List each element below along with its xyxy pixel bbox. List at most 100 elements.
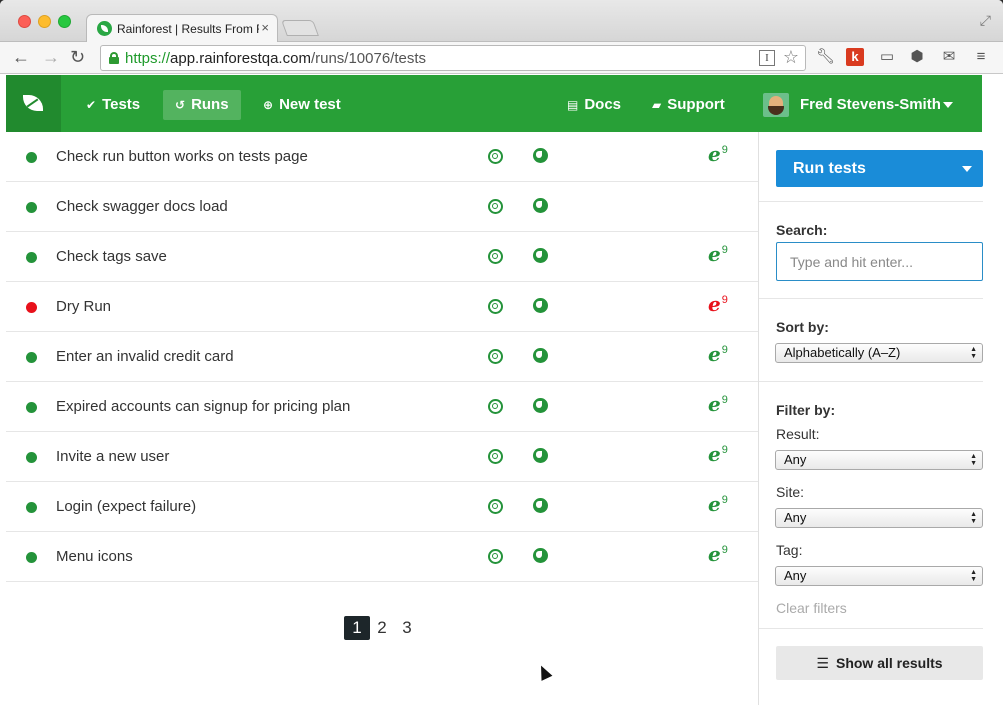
chrome-browser-icon [488,399,503,414]
show-all-label: Show all results [835,655,943,671]
sort-label: Sort by: [776,319,829,335]
table-row[interactable]: Enter an invalid credit card e9 [6,332,758,382]
table-row[interactable]: Dry Run e9 [6,282,758,332]
test-name[interactable]: Check swagger docs load [56,198,228,215]
browser-window: Rainforest | Results From R × ⤢ ← → ↻ ht… [0,0,1003,705]
sort-select[interactable]: Alphabetically (A–Z) ▲ ▼ [775,343,983,363]
table-row[interactable]: Login (expect failure) e9 [6,482,758,532]
status-dot-icon [26,302,37,313]
test-name[interactable]: Dry Run [56,298,111,315]
test-name[interactable]: Menu icons [56,548,133,565]
chrome-browser-icon [488,299,503,314]
close-window-button[interactable] [18,15,31,28]
rainforest-logo[interactable] [6,75,61,132]
nav-docs[interactable]: ▤ Docs [555,90,633,120]
select-arrows-icon: ▲ ▼ [970,346,977,360]
url-host: app.rainforestqa.com [170,50,311,67]
table-row[interactable]: Check swagger docs load [6,182,758,232]
ie-version: 9 [721,144,728,156]
nav-support[interactable]: ▰ Support [640,90,737,120]
forward-arrow-icon[interactable]: → [42,47,60,67]
run-tests-dropdown-caret-icon[interactable] [950,150,983,187]
test-name[interactable]: Check run button works on tests page [56,148,308,165]
chrome-menu-icon[interactable]: ≡ [972,48,990,66]
status-dot-icon [26,202,37,213]
test-name[interactable]: Invite a new user [56,448,169,465]
page-2-link[interactable]: 2 [369,616,395,640]
minimize-window-button[interactable] [38,15,51,28]
caret-down-icon [943,102,953,108]
divider [759,298,983,299]
address-bar[interactable]: https://app.rainforestqa.com/runs/10076/… [100,45,806,71]
bookmark-star-icon[interactable]: ☆ [783,47,799,68]
user-name: Fred Stevens-Smith [800,96,941,113]
nav-new-test[interactable]: ⊕ New test [251,90,353,120]
tag-select[interactable]: Any ▲ ▼ [775,566,983,586]
fullscreen-icon[interactable]: ⤢ [980,12,991,29]
tab-close-icon[interactable]: × [261,20,269,35]
cast-icon[interactable]: ▭ [878,48,896,66]
ie-version: 9 [721,394,728,406]
back-arrow-icon[interactable]: ← [12,47,30,67]
site-value: Any [784,510,807,525]
test-name[interactable]: Login (expect failure) [56,498,196,515]
run-tests-button[interactable]: Run tests [776,150,983,187]
ie-version: 9 [721,544,728,556]
page-3-link[interactable]: 3 [394,616,420,640]
ie-version: 9 [721,344,728,356]
url-text[interactable]: https://app.rainforestqa.com/runs/10076/… [125,50,426,67]
zoom-window-button[interactable] [58,15,71,28]
divider [759,628,983,629]
sort-value: Alphabetically (A–Z) [784,345,901,360]
list-icon: ☰ [816,655,829,671]
firefox-browser-icon [533,298,548,313]
clear-filters-link[interactable]: Clear filters [776,600,847,616]
table-row[interactable]: Check tags save e9 [6,232,758,282]
status-dot-icon [26,252,37,263]
history-icon: ↺ [175,98,186,112]
ie-version: 9 [721,494,728,506]
browser-tab[interactable]: Rainforest | Results From R × [86,14,278,42]
gmail-icon[interactable]: ✉ [940,48,958,66]
sidebar: Run tests Search: Sort by: Alphabeticall… [758,132,983,705]
ie-browser-icon: e9 [708,392,728,416]
table-row[interactable]: Menu icons e9 [6,532,758,582]
nav-tests[interactable]: ✔ Tests [74,90,152,120]
avatar [763,93,789,117]
page-1-link[interactable]: 1 [344,616,370,640]
site-select[interactable]: Any ▲ ▼ [775,508,983,528]
table-row[interactable]: Expired accounts can signup for pricing … [6,382,758,432]
test-name[interactable]: Enter an invalid credit card [56,348,234,365]
test-name[interactable]: Expired accounts can signup for pricing … [56,398,350,415]
status-dot-icon [26,352,37,363]
show-all-results-button[interactable]: ☰ Show all results [776,646,983,680]
wrench-icon[interactable]: 🔧︎ [816,48,835,66]
app-header: ✔ Tests ↺ Runs ⊕ New test ▤ Docs ▰ Support Fr… [6,75,982,132]
chrome-browser-icon [488,499,503,514]
result-select[interactable]: Any ▲ ▼ [775,450,983,470]
tag-value: Any [784,568,807,583]
ie-browser-icon: e9 [708,242,728,266]
firefox-browser-icon [533,398,548,413]
search-label: Search: [776,222,828,238]
status-dot-icon [26,552,37,563]
firefox-browser-icon [533,148,548,163]
chat-icon: ▰ [652,98,662,112]
rainforest-favicon-icon [97,21,112,36]
new-tab-button[interactable] [281,20,319,36]
nav-tests-label: Tests [102,96,141,113]
table-row[interactable]: Check run button works on tests page e9 [6,132,758,182]
filter-label: Filter by: [776,402,836,418]
search-input[interactable] [776,242,983,281]
title-bar: Rainforest | Results From R × ⤢ [0,0,1003,42]
select-arrows-icon: ▲ ▼ [970,511,977,525]
reader-icon[interactable]: I [759,50,775,66]
test-name[interactable]: Check tags save [56,248,167,265]
select-arrows-icon: ▲ ▼ [970,569,977,583]
reload-icon[interactable]: ↻ [70,47,85,67]
nav-runs[interactable]: ↺ Runs [163,90,241,120]
table-row[interactable]: Invite a new user e9 [6,432,758,482]
k-extension-icon[interactable]: k [846,48,864,66]
ie-browser-icon: e9 [708,292,728,316]
hexagon-extension-icon[interactable]: ⬢ [908,48,926,66]
